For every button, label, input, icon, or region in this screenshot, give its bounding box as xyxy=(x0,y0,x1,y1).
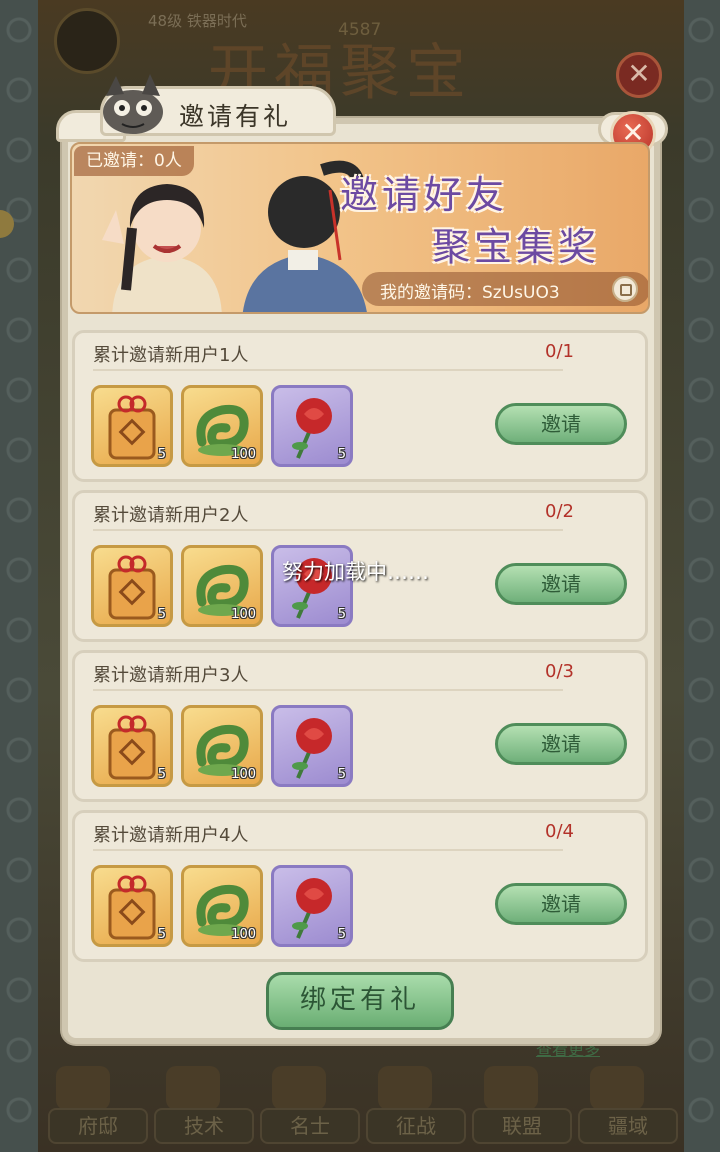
banner-headline-2: 聚宝集奖 xyxy=(432,225,601,269)
bottom-nav: 府邸 技术 名士 征战 联盟 疆域 xyxy=(38,1060,684,1152)
nav-territory[interactable]: 疆域 xyxy=(578,1108,678,1144)
row-progress: 0/4 xyxy=(545,821,574,842)
nav-icon-mansion xyxy=(56,1066,110,1110)
row-progress: 0/2 xyxy=(545,501,574,522)
reward-rose[interactable]: 5 xyxy=(271,705,353,787)
token-pouch-icon xyxy=(108,715,156,780)
reward-rose[interactable]: 5 xyxy=(271,385,353,467)
row-progress: 0/1 xyxy=(545,341,574,362)
row-label: 累计邀请新用户1人 xyxy=(93,345,249,366)
row-label: 累计邀请新用户3人 xyxy=(93,665,249,686)
nav-icon-tech xyxy=(166,1066,220,1110)
item-quantity: 100 xyxy=(231,607,256,622)
rose-icon xyxy=(292,718,332,779)
reward-jade[interactable]: 100 xyxy=(181,545,263,627)
reward-token-pouch[interactable]: 5 xyxy=(91,545,173,627)
player-avatar[interactable] xyxy=(54,8,120,74)
invite-button[interactable]: 邀请 xyxy=(495,403,627,445)
invite-button[interactable]: 邀请 xyxy=(495,883,627,925)
item-quantity: 5 xyxy=(157,607,166,622)
row-divider xyxy=(93,369,563,371)
row-divider xyxy=(93,689,563,691)
nav-tech[interactable]: 技术 xyxy=(154,1108,254,1144)
reward-token-pouch[interactable]: 5 xyxy=(91,705,173,787)
invited-count: 已邀请：0人 xyxy=(74,146,194,176)
background-close-icon[interactable]: ✕ xyxy=(616,52,662,98)
reward-jade[interactable]: 100 xyxy=(181,385,263,467)
bind-reward-button[interactable]: 绑定有礼 xyxy=(266,972,454,1030)
nav-heroes[interactable]: 名士 xyxy=(260,1108,360,1144)
dialog-title: 邀请有礼 xyxy=(179,102,292,131)
token-pouch-icon xyxy=(108,555,156,620)
item-quantity: 5 xyxy=(337,607,346,622)
row-divider xyxy=(93,849,563,851)
reward-row-4: 累计邀请新用户4人 0/4 5 100 5 邀请 xyxy=(72,810,648,962)
item-quantity: 5 xyxy=(337,767,346,782)
reward-token-pouch[interactable]: 5 xyxy=(91,865,173,947)
loading-toast: 努力加载中…… xyxy=(282,560,429,584)
nav-alliance[interactable]: 联盟 xyxy=(472,1108,572,1144)
rose-icon xyxy=(292,398,332,459)
nav-icon-territory xyxy=(590,1066,644,1110)
item-quantity: 5 xyxy=(337,927,346,942)
invite-code: 我的邀请码：SzUsUO3 xyxy=(380,283,560,303)
right-pattern-strip xyxy=(682,0,720,1152)
token-pouch-icon xyxy=(108,875,156,940)
row-label: 累计邀请新用户2人 xyxy=(93,505,249,526)
left-pattern-strip xyxy=(0,0,38,1152)
girl-character-illustration xyxy=(102,184,222,312)
item-quantity: 5 xyxy=(157,927,166,942)
item-quantity: 5 xyxy=(337,447,346,462)
item-quantity: 100 xyxy=(231,767,256,782)
invite-button[interactable]: 邀请 xyxy=(495,723,627,765)
reward-jade[interactable]: 100 xyxy=(181,865,263,947)
invite-banner: 已邀请：0人 邀请好友 聚宝集奖 我的邀请码：SzUsUO3 xyxy=(70,142,650,314)
dragon-mascot-icon xyxy=(103,74,163,134)
row-progress: 0/3 xyxy=(545,661,574,682)
banner-headline-1: 邀请好友 xyxy=(340,173,509,217)
row-divider xyxy=(93,529,563,531)
item-quantity: 100 xyxy=(231,927,256,942)
nav-mansion[interactable]: 府邸 xyxy=(48,1108,148,1144)
token-pouch-icon xyxy=(108,395,156,460)
reward-jade[interactable]: 100 xyxy=(181,705,263,787)
item-quantity: 100 xyxy=(231,447,256,462)
reward-row-1: 累计邀请新用户1人 0/1 5 100 5 邀请 xyxy=(72,330,648,482)
nav-icon-heroes xyxy=(272,1066,326,1110)
nav-icon-alliance xyxy=(484,1066,538,1110)
copy-icon[interactable] xyxy=(612,276,638,302)
nav-icon-battle xyxy=(378,1066,432,1110)
reward-row-3: 累计邀请新用户3人 0/3 5 100 5 邀请 xyxy=(72,650,648,802)
reward-rose[interactable]: 5 xyxy=(271,865,353,947)
rose-icon xyxy=(292,878,332,939)
item-quantity: 5 xyxy=(157,447,166,462)
reward-token-pouch[interactable]: 5 xyxy=(91,385,173,467)
row-label: 累计邀请新用户4人 xyxy=(93,825,249,846)
invite-code-bar: 我的邀请码：SzUsUO3 xyxy=(362,272,648,306)
item-quantity: 5 xyxy=(157,767,166,782)
invite-button[interactable]: 邀请 xyxy=(495,563,627,605)
nav-battle[interactable]: 征战 xyxy=(366,1108,466,1144)
